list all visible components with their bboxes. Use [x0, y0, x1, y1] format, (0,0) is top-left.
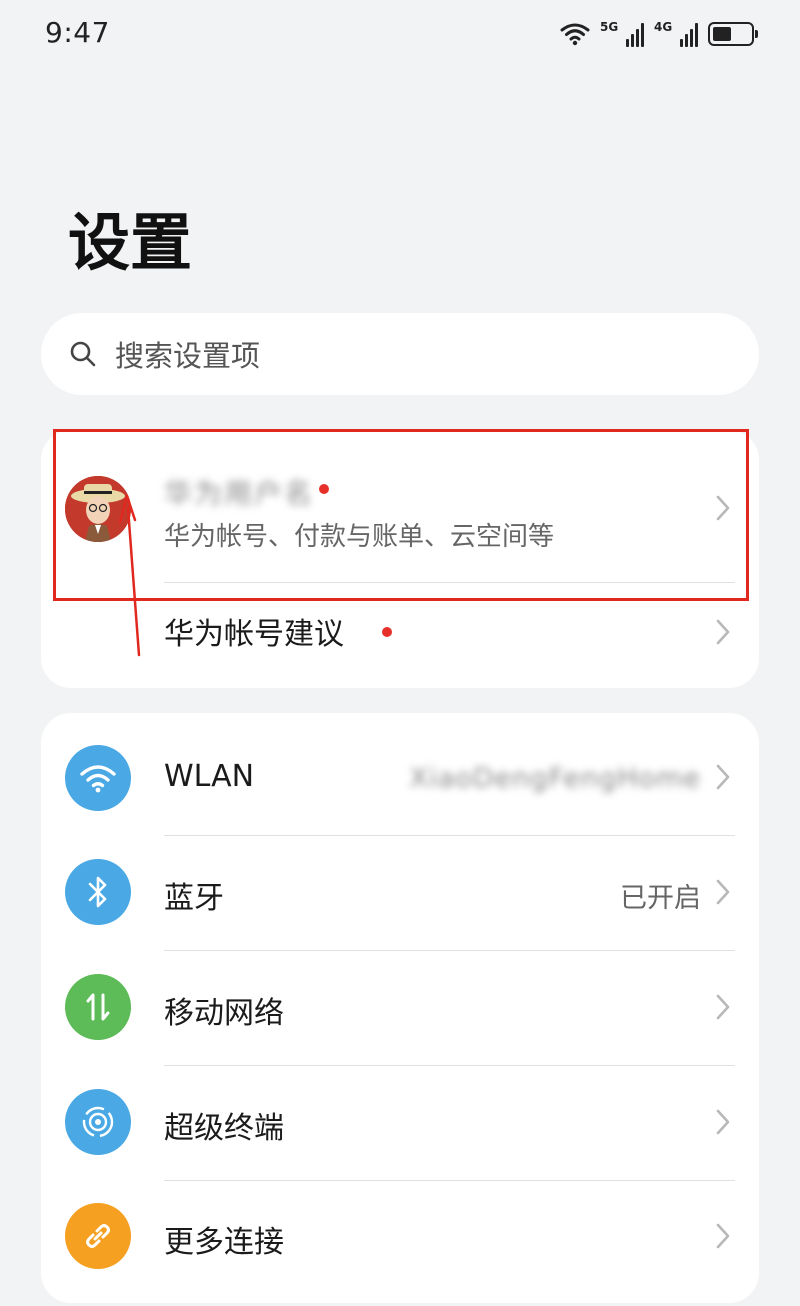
wlan-value: XiaoDengFengHome: [409, 763, 701, 794]
chevron-right-icon: [716, 994, 730, 1020]
account-badge-dot: [319, 484, 329, 494]
signal-4g-icon: 4G: [654, 21, 698, 47]
bluetooth-row[interactable]: 蓝牙 已开启: [41, 836, 759, 950]
chevron-right-icon: [716, 495, 730, 521]
battery-icon: [708, 22, 758, 46]
bluetooth-label: 蓝牙: [164, 881, 224, 916]
account-suggestion-row[interactable]: 华为帐号建议: [41, 583, 759, 688]
status-time: 9:47: [45, 16, 110, 49]
connections-card: WLAN XiaoDengFengHome 蓝牙 已开启 移动网络 超级终端 更…: [41, 713, 759, 1303]
wifi-status-icon: [560, 23, 590, 46]
bluetooth-icon: [65, 859, 131, 925]
search-input[interactable]: 搜索设置项: [41, 313, 759, 395]
search-placeholder: 搜索设置项: [115, 339, 261, 373]
signal-4g-label: 4G: [654, 20, 673, 34]
account-card: 华为用户名 华为帐号、付款与账单、云空间等 华为帐号建议: [41, 430, 759, 688]
wifi-icon: [65, 745, 131, 811]
account-name: 华为用户名: [164, 477, 315, 510]
status-icons: 5G 4G: [560, 18, 758, 50]
super-device-row[interactable]: 超级终端: [41, 1066, 759, 1180]
account-subtitle: 华为帐号、付款与账单、云空间等: [164, 522, 555, 552]
chevron-right-icon: [716, 1109, 730, 1135]
mobile-network-row[interactable]: 移动网络: [41, 951, 759, 1065]
account-row[interactable]: 华为用户名 华为帐号、付款与账单、云空间等: [41, 430, 759, 582]
super-device-label: 超级终端: [164, 1111, 284, 1146]
wlan-label: WLAN: [164, 759, 255, 794]
wlan-row[interactable]: WLAN XiaoDengFengHome: [41, 713, 759, 835]
chevron-right-icon: [716, 764, 730, 790]
super-device-icon: [65, 1089, 131, 1155]
suggestion-badge-dot: [382, 627, 392, 637]
signal-5g-label: 5G: [600, 20, 619, 34]
chevron-right-icon: [716, 1223, 730, 1249]
account-suggestion-label: 华为帐号建议: [164, 617, 344, 652]
chevron-right-icon: [716, 619, 730, 645]
link-icon: [65, 1203, 131, 1269]
bluetooth-value: 已开启: [620, 883, 701, 914]
search-icon: [70, 341, 96, 367]
page-title: 设置: [68, 206, 193, 279]
avatar: [65, 476, 131, 542]
mobile-data-icon: [65, 974, 131, 1040]
more-connections-label: 更多连接: [164, 1225, 284, 1260]
more-connections-row[interactable]: 更多连接: [41, 1181, 759, 1295]
chevron-right-icon: [716, 879, 730, 905]
signal-5g-icon: 5G: [600, 21, 644, 47]
status-bar: 9:47 5G 4G: [0, 0, 800, 70]
mobile-network-label: 移动网络: [164, 996, 284, 1031]
